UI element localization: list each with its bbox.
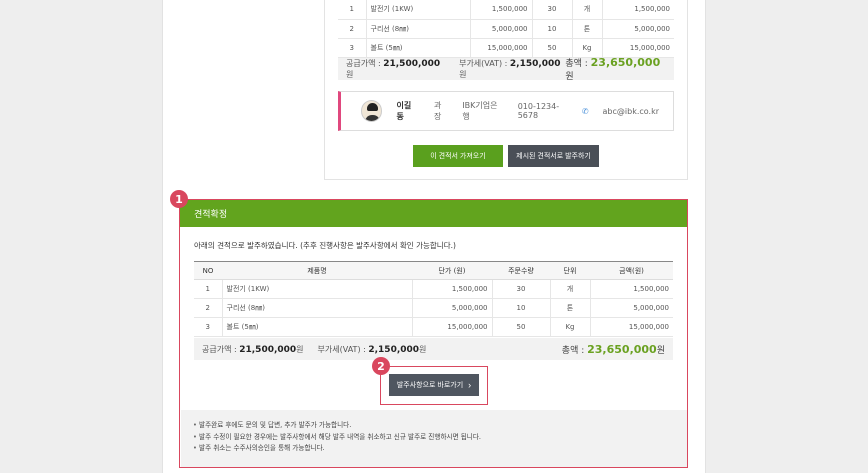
note-item: 발주 취소는 수주사의승인을 통해 가능합니다. [193,443,687,455]
header-qty: 주문수량 [492,261,550,280]
row-unit: 톤 [572,19,603,39]
won-unit: 원 [346,70,354,79]
row-qty: 30 [532,0,573,20]
goto-order-label: 발주사항으로 바로가기 [396,382,464,389]
row-qty: 50 [492,317,551,337]
row-amount: 15,000,000 [602,38,674,58]
quote-table: 1 발전기 (1KW) 1,500,000 30 개 1,500,000 2 구… [338,0,674,58]
supply-label: 공급가액 : [202,344,240,354]
confirmed-order-table: NO 제품명 단가 (원) 주문수량 단위 금액(원) 1 발전기 (1KW) … [194,261,673,337]
total-value: 23,650,000 [590,56,661,69]
row-price: 15,000,000 [470,38,533,58]
table-row: 2 구리선 (8㎜) 5,000,000 10 톤 5,000,000 [338,19,674,39]
contact-email[interactable]: abc@ibk.co.kr [603,107,659,116]
supply-value: 21,500,000 [383,59,441,69]
row-price: 5,000,000 [470,19,533,39]
row-no: 2 [194,298,223,318]
row-no: 3 [338,38,367,58]
row-amount: 1,500,000 [602,0,674,20]
vat-label: 부가세(VAT) : [317,344,369,354]
row-product: 구리선 (8㎜) [222,298,413,318]
row-amount: 5,000,000 [602,19,674,39]
won-unit: 원 [565,72,574,82]
header-unit: 단위 [550,261,590,280]
confirmed-summary: 공급가액 : 21,500,000원 부가세(VAT) : 2,150,000원… [194,338,673,360]
row-price: 1,500,000 [470,0,533,20]
header-price: 단가 (원) [412,261,492,280]
note-item: 발주 수정이 필요한 경우에는 발주사항에서 해당 발주 내역을 취소하고 신규… [193,432,687,444]
won-unit: 원 [656,345,665,356]
order-suggested-quote-button[interactable]: 제시된 견적서로 발주하기 [508,145,599,167]
header-amount: 금액(원) [590,261,673,280]
supply-value: 21,500,000 [239,344,297,355]
note-item: 발주완료 후에도 문의 및 답변, 추가 발주가 가능합니다. [193,420,687,432]
row-no: 1 [338,0,367,20]
table-header-row: NO 제품명 단가 (원) 주문수량 단위 금액(원) [194,261,673,280]
vat-label: 부가세(VAT) : [459,59,510,68]
row-no: 2 [338,19,367,39]
contact-company: IBK기업은행 [462,101,498,121]
row-qty: 10 [532,19,573,39]
row-product: 볼트 (5㎜) [366,38,471,58]
row-qty: 30 [492,279,551,299]
table-row: 1 발전기 (1KW) 1,500,000 30 개 1,500,000 [194,279,673,299]
confirm-message: 아래의 견적으로 발주하였습니다. (추후 진행사항은 발주사항에서 확인 가능… [194,241,456,250]
section-title: 견적확정 [180,200,687,227]
phone-icon[interactable]: ✆ [582,107,589,116]
table-row: 1 발전기 (1KW) 1,500,000 30 개 1,500,000 [338,0,674,20]
row-product: 발전기 (1KW) [366,0,471,20]
import-quote-button[interactable]: 이 견적서 가져오기 [413,145,503,167]
row-unit: 톤 [550,298,591,318]
supply-amount: 공급가액 : 21,500,000 원 [346,58,445,80]
won-unit: 원 [459,70,467,79]
row-amount: 5,000,000 [590,298,673,318]
row-amount: 15,000,000 [590,317,673,337]
total-value: 23,650,000 [587,342,657,356]
goto-order-button[interactable]: 발주사항으로 바로가기 › [389,374,479,396]
row-unit: 개 [550,279,591,299]
total-label: 총액 : [565,59,591,69]
quote-summary: 공급가액 : 21,500,000 원 부가세(VAT) : 2,150,000 원… [338,56,674,82]
supply-amount: 공급가액 : 21,500,000원 [202,344,304,355]
contact-phone[interactable]: 010-1234-5678 [518,102,578,120]
row-no: 3 [194,317,223,337]
callout-badge-2: 2 [372,357,390,375]
row-price: 1,500,000 [412,279,493,299]
row-unit: Kg [572,38,603,58]
header-product: 제품명 [222,261,412,280]
vat-value: 2,150,000 [368,344,420,355]
notes-list: 발주완료 후에도 문의 및 답변, 추가 발주가 가능합니다. 발주 수정이 필… [181,410,687,467]
avatar [361,100,383,122]
row-unit: 개 [572,0,603,20]
row-qty: 50 [532,38,573,58]
row-amount: 1,500,000 [590,279,673,299]
table-row: 3 볼트 (5㎜) 15,000,000 50 Kg 15,000,000 [194,317,673,337]
row-no: 1 [194,279,223,299]
vat-value: 2,150,000 [509,59,561,69]
won-unit: 원 [419,344,427,354]
callout-badge-1: 1 [170,190,188,208]
total-label: 총액 : [561,345,588,356]
contact-card: 이길동 과장 IBK기업은행 010-1234-5678 ✆ abc@ibk.c… [338,91,674,131]
total-amount: 총액 : 23,650,000원 [562,343,665,356]
header-no: NO [194,261,222,280]
row-qty: 10 [492,298,551,318]
table-row: 2 구리선 (8㎜) 5,000,000 10 톤 5,000,000 [194,298,673,318]
contact-name: 이길동 [396,101,412,121]
chevron-right-icon: › [468,380,472,390]
won-unit: 원 [296,344,304,354]
total-amount: 총액 : 23,650,000 원 [565,56,666,82]
row-product: 볼트 (5㎜) [222,317,413,337]
row-product: 발전기 (1KW) [222,279,413,299]
contact-title: 과장 [433,101,442,121]
row-price: 15,000,000 [412,317,493,337]
row-unit: Kg [550,317,591,337]
vat-amount: 부가세(VAT) : 2,150,000 원 [459,58,565,80]
vat-amount: 부가세(VAT) : 2,150,000원 [318,344,427,355]
table-row: 3 볼트 (5㎜) 15,000,000 50 Kg 15,000,000 [338,38,674,58]
row-price: 5,000,000 [412,298,493,318]
row-product: 구리선 (8㎜) [366,19,471,39]
supply-label: 공급가액 : [346,59,384,68]
